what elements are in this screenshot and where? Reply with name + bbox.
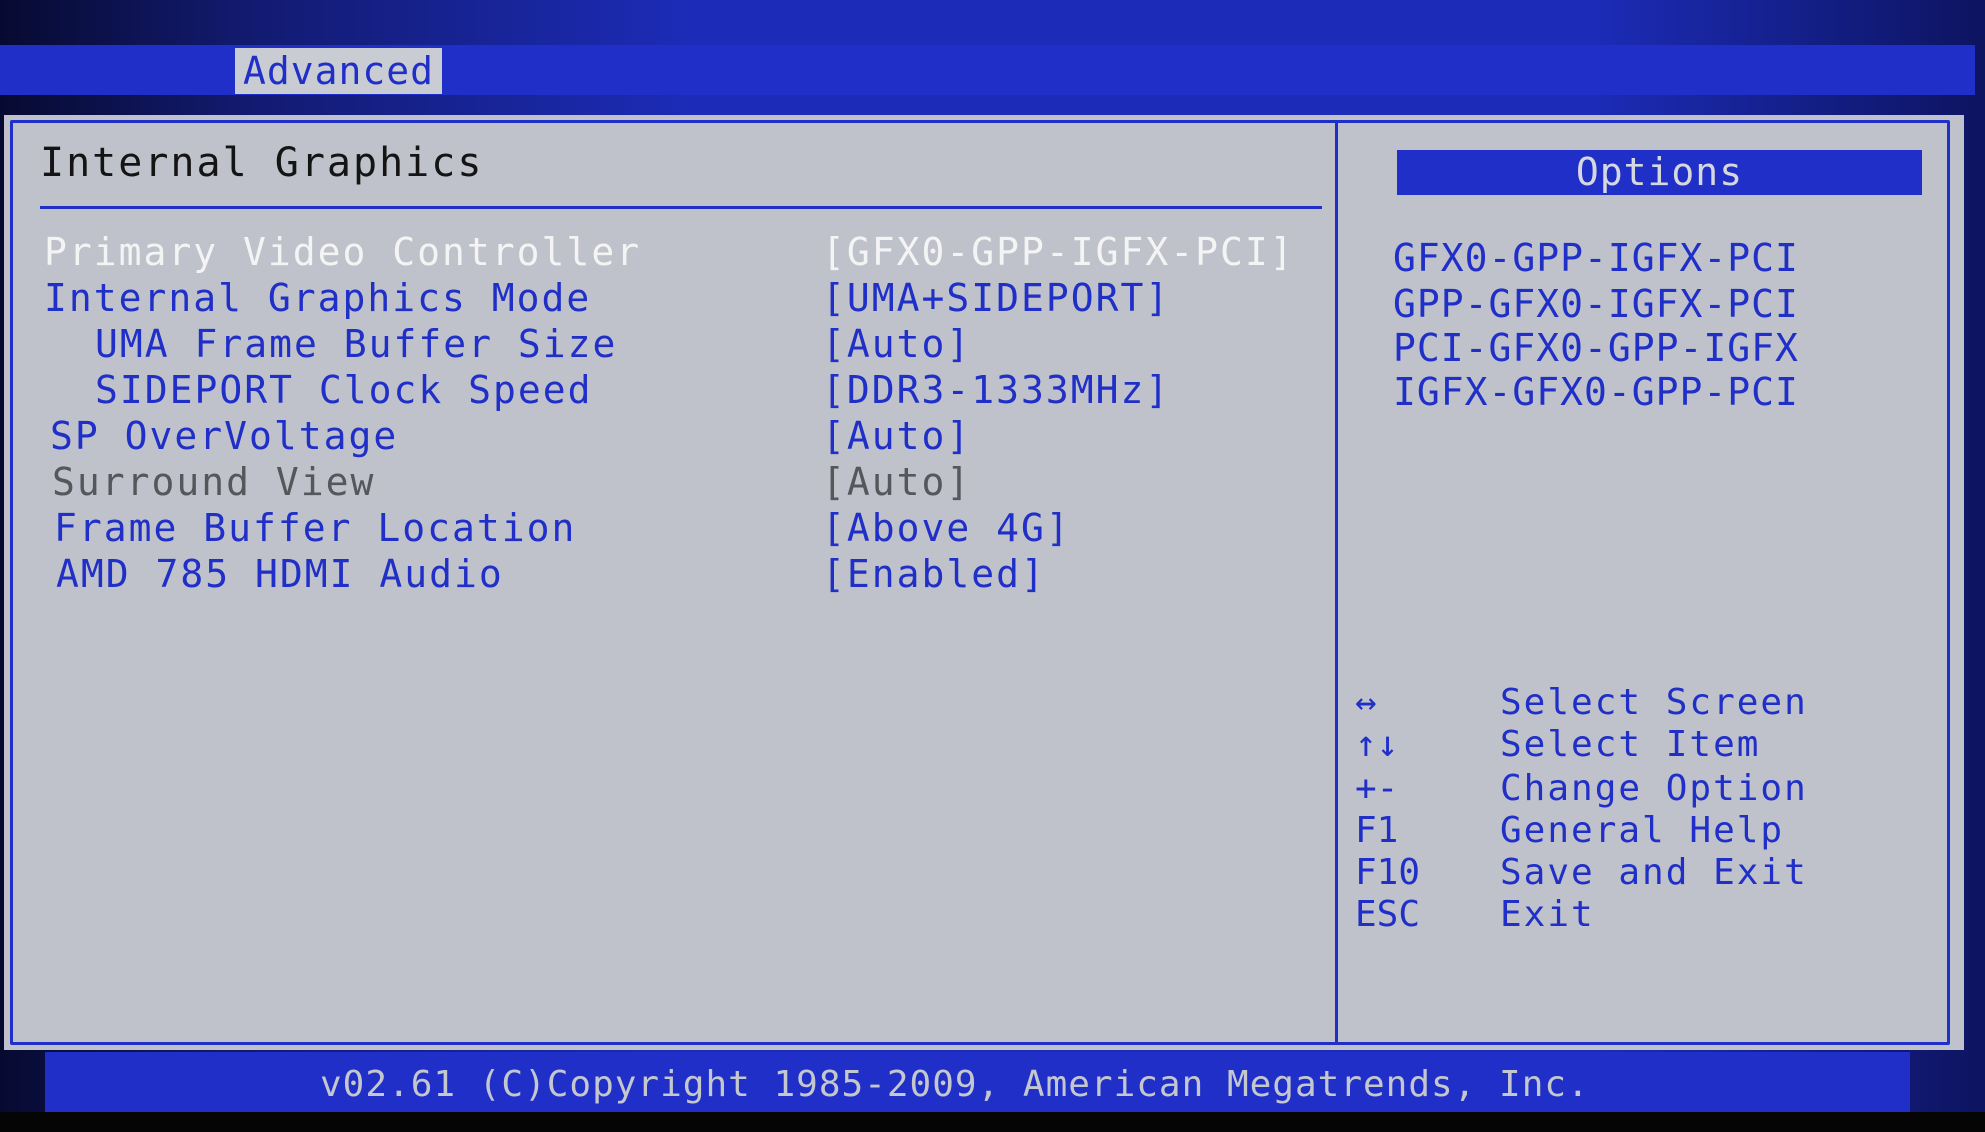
- help-select-item: Select Item: [1500, 724, 1761, 765]
- help-change-option: Change Option: [1500, 768, 1808, 809]
- option-item[interactable]: PCI-GFX0-GPP-IGFX: [1393, 326, 1799, 370]
- setting-surround-view: Surround View: [52, 460, 376, 504]
- setting-internal-graphics-mode-value[interactable]: [UMA+SIDEPORT]: [822, 276, 1170, 320]
- plus-minus-icon: +-: [1355, 768, 1399, 809]
- setting-frame-buffer-location[interactable]: Frame Buffer Location: [54, 506, 576, 550]
- option-item[interactable]: IGFX-GFX0-GPP-PCI: [1393, 370, 1799, 414]
- help-exit: Exit: [1500, 894, 1595, 935]
- setting-amd-785-hdmi-audio[interactable]: AMD 785 HDMI Audio: [56, 552, 504, 596]
- setting-internal-graphics-mode[interactable]: Internal Graphics Mode: [44, 276, 591, 320]
- setting-amd-785-hdmi-audio-value[interactable]: [Enabled]: [822, 552, 1046, 596]
- setting-sp-overvoltage-value[interactable]: [Auto]: [822, 414, 971, 458]
- up-down-arrows-icon: ↑↓: [1355, 724, 1399, 765]
- option-item[interactable]: GPP-GFX0-IGFX-PCI: [1393, 282, 1799, 326]
- setting-primary-video-controller[interactable]: Primary Video Controller: [44, 230, 641, 274]
- screen-bezel: [0, 1112, 1985, 1132]
- help-key-esc: ESC: [1355, 894, 1421, 935]
- setting-uma-frame-buffer-size[interactable]: UMA Frame Buffer Size: [95, 322, 617, 366]
- setting-primary-video-controller-value[interactable]: [GFX0-GPP-IGFX-PCI]: [822, 230, 1295, 274]
- help-save-and-exit: Save and Exit: [1500, 852, 1808, 893]
- tab-advanced[interactable]: Advanced: [235, 48, 443, 94]
- help-key-f10: F10: [1355, 852, 1421, 893]
- section-title: Internal Graphics: [40, 140, 484, 186]
- footer-copyright: v02.61 (C)Copyright 1985-2009, American …: [320, 1064, 1590, 1105]
- option-item[interactable]: GFX0-GPP-IGFX-PCI: [1393, 236, 1799, 280]
- title-underline: [40, 206, 1322, 209]
- options-header: Options: [1397, 150, 1922, 195]
- setting-frame-buffer-location-value[interactable]: [Above 4G]: [822, 506, 1071, 550]
- setting-sp-overvoltage[interactable]: SP OverVoltage: [50, 414, 398, 458]
- setting-uma-frame-buffer-size-value[interactable]: [Auto]: [822, 322, 971, 366]
- setting-sideport-clock-speed-value[interactable]: [DDR3-1333MHz]: [822, 368, 1170, 412]
- help-select-screen: Select Screen: [1500, 682, 1808, 723]
- setting-surround-view-value: [Auto]: [822, 460, 972, 504]
- help-general-help: General Help: [1500, 810, 1785, 851]
- panel-divider: [1335, 120, 1338, 1045]
- left-right-arrows-icon: ↔: [1355, 682, 1377, 723]
- setting-sideport-clock-speed[interactable]: SIDEPORT Clock Speed: [95, 368, 593, 412]
- bios-screen: Advanced Internal Graphics Primary Video…: [0, 0, 1985, 1132]
- help-key-f1: F1: [1355, 810, 1399, 851]
